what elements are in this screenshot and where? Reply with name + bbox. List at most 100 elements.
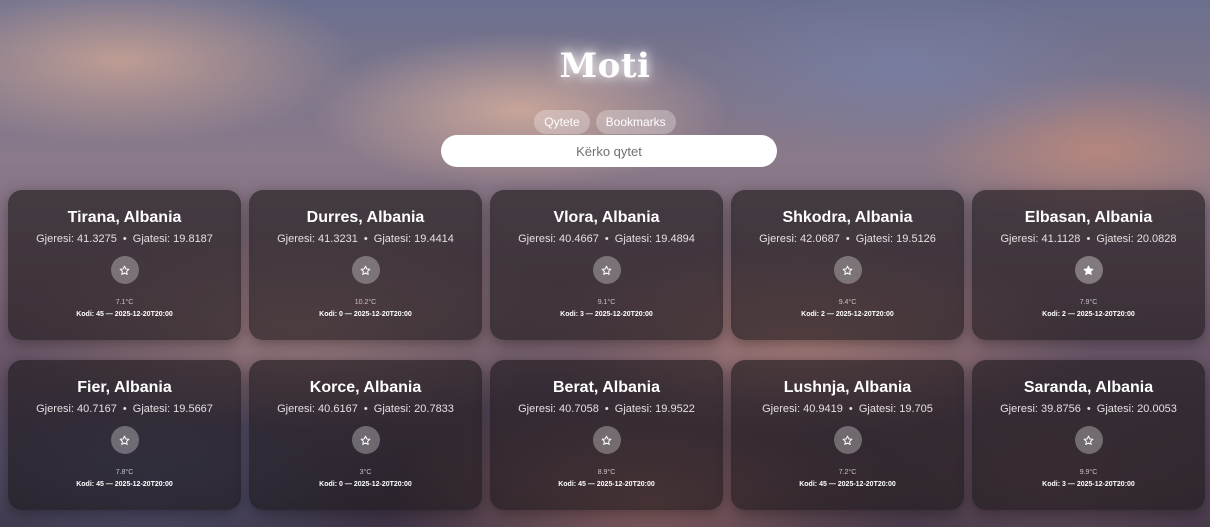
time-value: 2025-12-20T20:00 [1076, 311, 1135, 318]
city-coordinates: Gjeresi: 40.7167 • Gjatesi: 19.5667 [8, 402, 241, 416]
code-dash: — [105, 481, 113, 488]
lat-label: Gjeresi: [36, 403, 74, 415]
lon-label: Gjatesi: [132, 233, 171, 245]
lon-label: Gjatesi: [1096, 233, 1134, 245]
lon-value: 19.705 [899, 403, 933, 415]
code-dash: — [587, 481, 595, 488]
temperature: 9.9°C [1079, 469, 1098, 476]
time-value: 2025-12-20T20:00 [114, 481, 173, 488]
city-name: Saranda, Albania [1023, 379, 1154, 396]
city-card: Berat, Albania Gjeresi: 40.7058 • Gjates… [490, 360, 723, 510]
city-coordinates: Gjeresi: 41.3231 • Gjatesi: 19.4414 [249, 232, 482, 246]
bookmark-button[interactable] [351, 256, 380, 284]
weather-code-time: Kodi: 45 — 2025-12-20T20:00 [8, 310, 241, 319]
coord-separator: • [604, 403, 609, 415]
code-label: Kodi: [319, 481, 338, 488]
weather-code-time: Kodi: 45 — 2025-12-20T20:00 [731, 480, 964, 489]
city-coordinates: Gjeresi: 39.8756 • Gjatesi: 20.0053 [972, 402, 1205, 416]
code-value: 45 [578, 481, 586, 488]
bookmark-button[interactable] [110, 256, 139, 284]
city-name: Tirana, Albania [67, 209, 182, 226]
lon-label: Gjatesi: [132, 403, 171, 415]
coord-separator: • [1086, 233, 1091, 245]
code-dash: — [826, 311, 834, 318]
lon-label: Gjatesi: [373, 233, 412, 245]
code-value: 45 [96, 311, 104, 318]
coord-separator: • [363, 403, 368, 415]
city-card: Lushnja, Albania Gjeresi: 40.9419 • Gjat… [731, 360, 964, 510]
city-name: Shkodra, Albania [782, 209, 913, 226]
lon-value: 19.4894 [655, 233, 695, 245]
lon-label: Gjatesi: [614, 403, 653, 415]
bookmark-button[interactable] [110, 426, 139, 454]
tab-qytete[interactable]: Qytete [534, 110, 590, 134]
code-value: 2 [821, 311, 825, 318]
coord-separator: • [845, 233, 850, 245]
lat-label: Gjeresi: [36, 233, 74, 245]
code-dash: — [1067, 481, 1075, 488]
code-label: Kodi: [319, 311, 338, 318]
lon-label: Gjatesi: [858, 403, 897, 415]
city-name: Lushnja, Albania [783, 379, 912, 396]
lat-label: Gjeresi: [277, 233, 315, 245]
search-bar [441, 135, 777, 167]
time-value: 2025-12-20T20:00 [353, 311, 412, 318]
time-value: 2025-12-20T20:00 [835, 311, 894, 318]
city-coordinates: Gjeresi: 40.9419 • Gjatesi: 19.705 [731, 402, 964, 416]
lat-label: Gjeresi: [1000, 233, 1039, 245]
lon-label: Gjatesi: [614, 233, 653, 245]
lon-label: Gjatesi: [373, 403, 412, 415]
header: Moti Qytete Bookmarks [0, 0, 1210, 180]
time-value: 2025-12-20T20:00 [114, 311, 173, 318]
city-card: Shkodra, Albania Gjeresi: 42.0687 • Gjat… [731, 190, 964, 340]
time-value: 2025-12-20T20:00 [1076, 481, 1135, 488]
code-dash: — [105, 311, 113, 318]
code-label: Kodi: [76, 311, 95, 318]
weather-code-time: Kodi: 45 — 2025-12-20T20:00 [490, 480, 723, 489]
time-value: 2025-12-20T20:00 [594, 311, 653, 318]
lon-value: 19.4414 [414, 233, 454, 245]
time-value: 2025-12-20T20:00 [837, 481, 896, 488]
code-label: Kodi: [801, 311, 820, 318]
search-input[interactable] [441, 135, 777, 167]
lon-value: 19.5667 [173, 403, 213, 415]
city-coordinates: Gjeresi: 42.0687 • Gjatesi: 19.5126 [731, 232, 964, 246]
coord-separator: • [363, 233, 368, 245]
lat-value: 41.3275 [77, 233, 117, 245]
bookmark-button[interactable] [833, 426, 862, 454]
bookmark-button[interactable] [833, 256, 862, 284]
city-card: Fier, Albania Gjeresi: 40.7167 • Gjatesi… [8, 360, 241, 510]
code-value: 3 [580, 311, 584, 318]
city-coordinates: Gjeresi: 40.7058 • Gjatesi: 19.9522 [490, 402, 723, 416]
lat-value: 41.1128 [1041, 233, 1081, 245]
tab-bookmarks[interactable]: Bookmarks [595, 110, 676, 134]
coord-separator: • [1086, 403, 1091, 415]
lon-value: 19.5126 [896, 233, 936, 245]
temperature: 9.4°C [838, 299, 857, 306]
lat-label: Gjeresi: [759, 233, 797, 245]
bookmark-button[interactable] [1074, 426, 1103, 454]
city-name: Vlora, Albania [553, 209, 660, 226]
lat-value: 40.7167 [77, 403, 117, 415]
lon-value: 20.7833 [414, 403, 454, 415]
lat-label: Gjeresi: [277, 403, 315, 415]
code-dash: — [344, 481, 352, 488]
temperature: 7.1°C [115, 299, 134, 306]
lat-value: 42.0687 [800, 233, 840, 245]
code-value: 0 [339, 481, 343, 488]
bookmark-button[interactable] [592, 426, 621, 454]
city-name: Korce, Albania [309, 379, 422, 396]
app-title: Moti [559, 46, 651, 86]
bookmark-button[interactable] [351, 426, 380, 454]
weather-code-time: Kodi: 0 — 2025-12-20T20:00 [249, 480, 482, 489]
lat-value: 40.6167 [318, 403, 358, 415]
coord-separator: • [848, 403, 853, 415]
lat-value: 39.8756 [1041, 403, 1081, 415]
bookmark-button[interactable] [1074, 256, 1103, 284]
bookmark-button[interactable] [592, 256, 621, 284]
lon-label: Gjatesi: [855, 233, 894, 245]
code-label: Kodi: [1042, 311, 1061, 318]
time-value: 2025-12-20T20:00 [353, 481, 412, 488]
weather-code-time: Kodi: 3 — 2025-12-20T20:00 [972, 480, 1205, 489]
temperature: 7.8°C [115, 469, 134, 476]
